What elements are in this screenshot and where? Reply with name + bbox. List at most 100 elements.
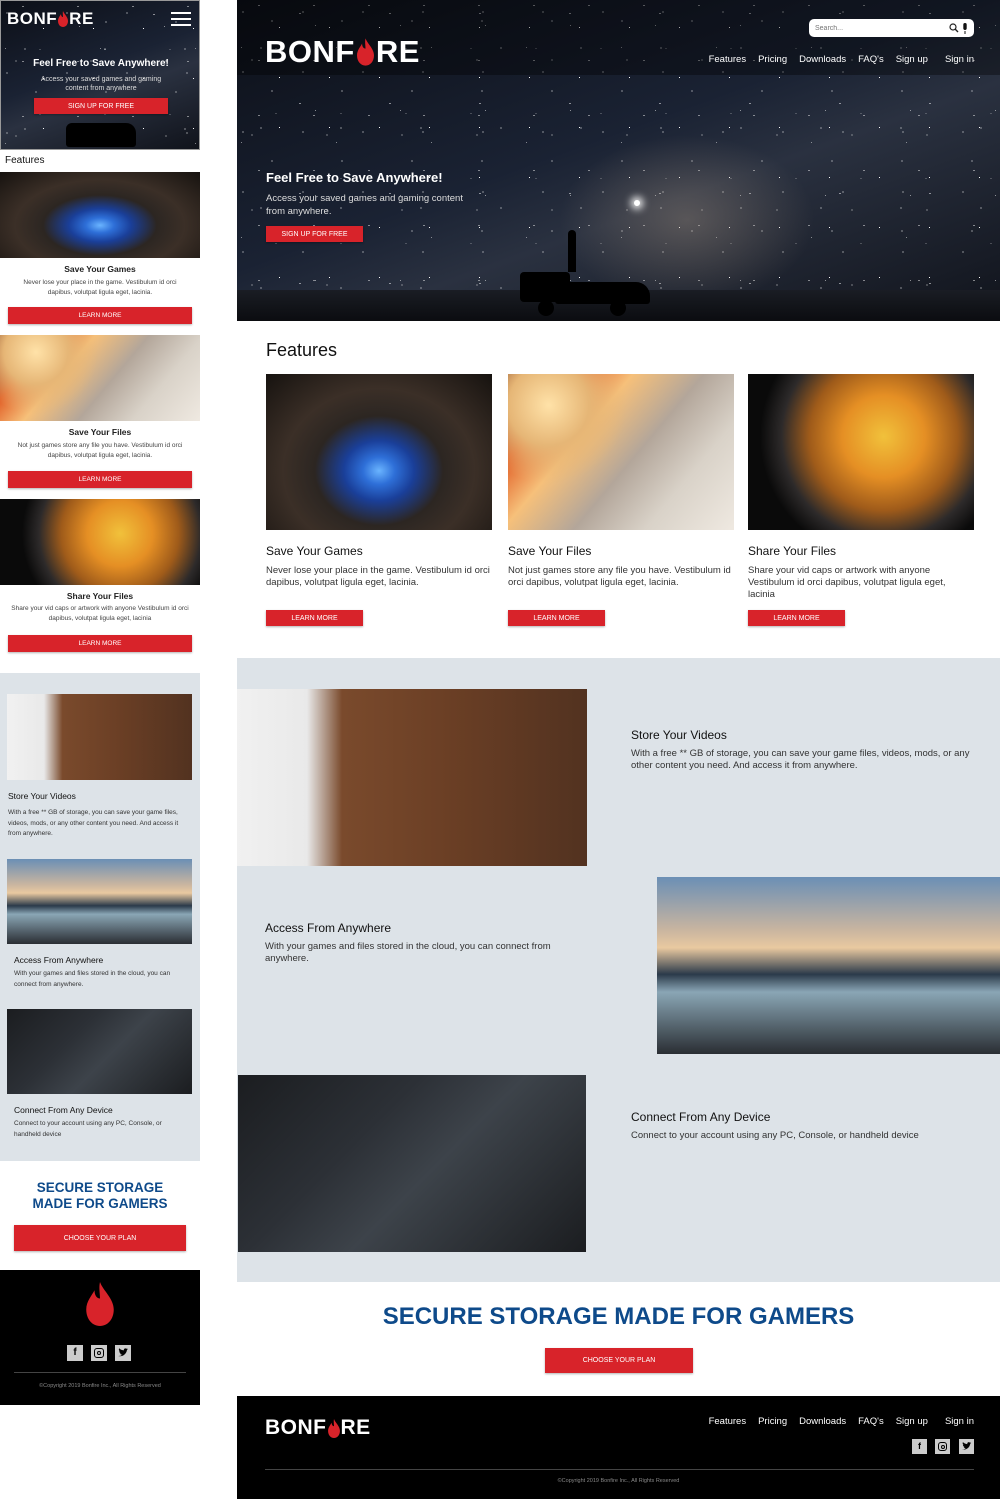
- footer-link-signup[interactable]: Sign up: [896, 1416, 928, 1427]
- benefit-text: Connect to your account using any PC, Co…: [631, 1130, 919, 1141]
- controller-image: [0, 172, 200, 258]
- mobile-hero-silhouette: [66, 123, 136, 147]
- hamburger-menu-icon[interactable]: [171, 12, 191, 26]
- twitter-icon[interactable]: [115, 1345, 131, 1361]
- footer-link-signin[interactable]: Sign in: [945, 1416, 974, 1427]
- learn-more-button[interactable]: LEARN MORE: [748, 610, 845, 626]
- desktop-choose-plan-button[interactable]: CHOOSE YOUR PLAN: [545, 1348, 693, 1373]
- nav-link-downloads[interactable]: Downloads: [799, 54, 846, 65]
- logo-text-right: RE: [69, 9, 94, 28]
- footer-link-faqs[interactable]: FAQ's: [858, 1416, 884, 1427]
- mobile-benefit-text: Connect to your account using any PC, Co…: [14, 1120, 162, 1138]
- twitter-icon[interactable]: [959, 1439, 974, 1454]
- instagram-icon[interactable]: [91, 1345, 107, 1361]
- globe-image: [748, 374, 974, 530]
- desktop-copyright: ©Copyright 2019 Bonfire Inc., All Rights…: [557, 1478, 680, 1484]
- mobile-feature-card: Save Your Games Never lose your place in…: [0, 172, 200, 332]
- drone-image: [7, 694, 192, 780]
- desktop-logo[interactable]: BONF RE: [265, 34, 420, 70]
- nav-link-signin[interactable]: Sign in: [945, 54, 974, 65]
- logo-text-left: BONF: [265, 1416, 327, 1439]
- search-input[interactable]: [815, 21, 935, 35]
- coast-image: [7, 859, 192, 944]
- mobile-benefit-title: Connect From Any Device: [14, 1105, 113, 1115]
- search-icon[interactable]: [949, 23, 959, 33]
- desktop-cta-heading: SECURE STORAGE MADE FOR GAMERS: [382, 1303, 855, 1330]
- coast-image: [657, 877, 1000, 1054]
- top-nav: Features Pricing Downloads FAQ's Sign up…: [709, 54, 974, 65]
- flame-icon: [86, 1282, 114, 1326]
- hero-car-silhouette: [520, 230, 650, 317]
- desktop-signup-button[interactable]: SIGN UP FOR FREE: [266, 226, 363, 242]
- footer-link-pricing[interactable]: Pricing: [758, 1416, 787, 1427]
- mobile-learn-more-button[interactable]: LEARN MORE: [8, 471, 192, 488]
- desktop-hero-subtitle: Access your saved games and gaming conte…: [266, 193, 463, 217]
- footer-link-features[interactable]: Features: [709, 1416, 747, 1427]
- mobile-feature-title: Save Your Files: [68, 427, 132, 437]
- footer-nav: Features Pricing Downloads FAQ's Sign up…: [709, 1416, 974, 1427]
- flame-icon: [327, 1418, 340, 1438]
- feature-card: Save Your Games Never lose your place in…: [266, 374, 492, 634]
- logo-text-right: RE: [340, 1416, 371, 1439]
- mobile-feature-text: Share your vid caps or artwork with anyo…: [11, 605, 189, 622]
- nav-link-faqs[interactable]: FAQ's: [858, 54, 884, 65]
- mobile-feature-title: Save Your Games: [64, 264, 136, 274]
- mobile-logo[interactable]: BONF RE: [7, 9, 94, 29]
- mobile-hero-subtitle: Access your saved games and gaming conte…: [40, 76, 162, 92]
- mobile-feature-title: Share Your Files: [66, 591, 134, 601]
- facebook-icon[interactable]: f: [67, 1345, 83, 1361]
- mobile-benefit-text: With your games and files stored in the …: [14, 970, 171, 988]
- learn-more-button[interactable]: LEARN MORE: [508, 610, 605, 626]
- controller-image: [266, 374, 492, 530]
- feature-text: Never lose your place in the game. Vesti…: [266, 565, 490, 588]
- desktop-benefits-section: Store Your Videos With a free ** GB of s…: [237, 658, 1000, 1282]
- mobile-copyright: ©Copyright 2019 Bonfire Inc., All Rights…: [39, 1383, 161, 1389]
- benefit-text: With your games and files stored in the …: [265, 941, 551, 964]
- mobile-feature-text: Never lose your place in the game. Vesti…: [23, 279, 177, 296]
- footer-divider: [265, 1469, 974, 1470]
- benefit-title: Store Your Videos: [631, 728, 727, 742]
- nav-link-signup[interactable]: Sign up: [896, 54, 928, 65]
- benefit-title: Access From Anywhere: [265, 921, 392, 935]
- logo-text-right: RE: [375, 34, 420, 69]
- flame-icon: [356, 38, 374, 66]
- logo-text-left: BONF: [7, 9, 58, 28]
- nav-link-pricing[interactable]: Pricing: [758, 54, 787, 65]
- desktop-footer: BONF RE Features Pricing Downloads FAQ's…: [237, 1396, 1000, 1499]
- desktop-hero: BONF RE Features Pricing Downloads FAQ's…: [237, 0, 1000, 321]
- benefit-text: With a free ** GB of storage, you can sa…: [631, 748, 970, 771]
- drone-image: [237, 689, 587, 866]
- facebook-icon[interactable]: f: [912, 1439, 927, 1454]
- mobile-footer: f ©Copyright 2019 Bonfire Inc., All Righ…: [0, 1270, 200, 1405]
- feature-title: Save Your Files: [508, 544, 592, 558]
- search-box[interactable]: [809, 19, 974, 37]
- mobile-benefit-text: With a free ** GB of storage, you can sa…: [8, 809, 179, 837]
- logo-text-left: BONF: [265, 34, 355, 69]
- mobile-features-heading: Features: [5, 155, 45, 166]
- mobile-signup-button[interactable]: SIGN UP FOR FREE: [34, 98, 168, 114]
- mobile-cta-heading: SECURE STORAGE MADE FOR GAMERS: [32, 1180, 168, 1211]
- microphone-icon[interactable]: [962, 23, 968, 34]
- mobile-choose-plan-button[interactable]: CHOOSE YOUR PLAN: [14, 1225, 186, 1251]
- mobile-benefits-section: Store Your Videos With a free ** GB of s…: [0, 673, 200, 1161]
- footer-link-downloads[interactable]: Downloads: [799, 1416, 846, 1427]
- mobile-mockup: BONF RE Feel Free to Save Anywhere! Acce…: [0, 0, 200, 1405]
- instagram-icon[interactable]: [935, 1439, 950, 1454]
- device-image: [7, 1009, 192, 1094]
- feature-title: Save Your Games: [266, 544, 363, 558]
- mobile-learn-more-button[interactable]: LEARN MORE: [8, 307, 192, 324]
- desktop-features-heading: Features: [266, 340, 338, 360]
- footer-logo[interactable]: BONF RE: [265, 1416, 371, 1440]
- laptop-image: [0, 335, 200, 421]
- learn-more-button[interactable]: LEARN MORE: [266, 610, 363, 626]
- mobile-feature-card: Share Your Files Share your vid caps or …: [0, 499, 200, 659]
- mobile-feature-text: Not just games store any file you have. …: [17, 442, 183, 459]
- globe-image: [0, 499, 200, 585]
- mobile-footer-divider: [14, 1372, 186, 1373]
- bright-star: [634, 200, 640, 206]
- mobile-benefit-title: Store Your Videos: [8, 791, 76, 801]
- desktop-hero-title: Feel Free to Save Anywhere!: [266, 170, 443, 185]
- nav-link-features[interactable]: Features: [709, 54, 747, 65]
- feature-card: Save Your Files Not just games store any…: [508, 374, 734, 634]
- mobile-learn-more-button[interactable]: LEARN MORE: [8, 635, 192, 652]
